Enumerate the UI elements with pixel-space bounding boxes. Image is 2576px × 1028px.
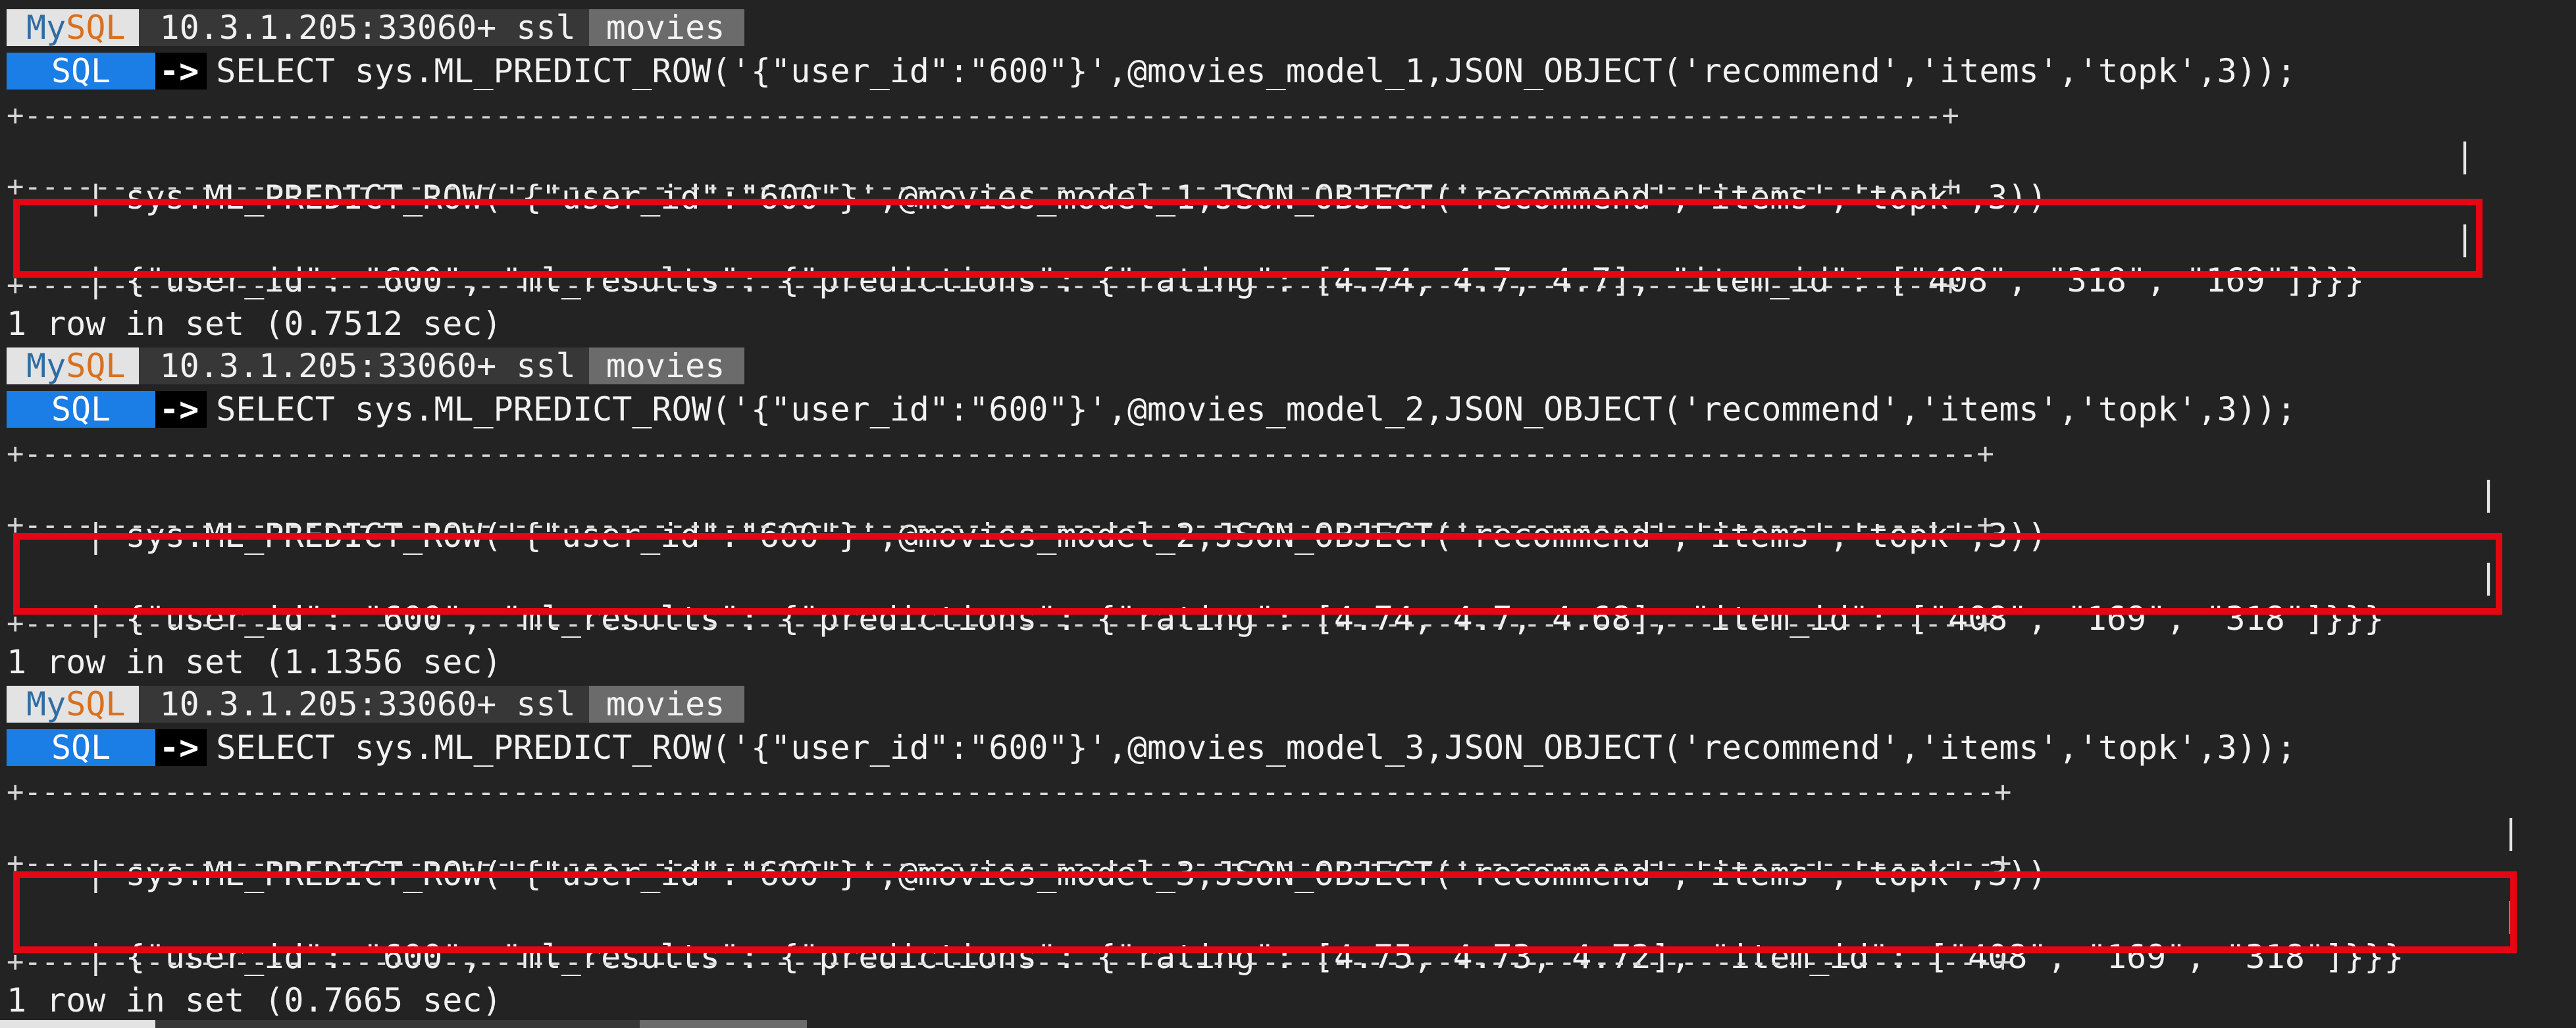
sql-command: SELECT sys.ML_PREDICT_ROW('{"user_id":"6… [216, 52, 2296, 90]
table-border-top: +---------------------------------------… [7, 103, 1959, 129]
table-header-row: | sys.ML_PREDICT_ROW('{"user_id":"600"}'… [86, 517, 2048, 555]
status-message: 1 row in set (0.7665 sec) [7, 981, 502, 1019]
database-segment: movies [588, 686, 745, 723]
command-line[interactable]: SQL -> SELECT sys.ML_PREDICT_ROW('{"user_i… [7, 51, 2296, 91]
table-border-right: | [2479, 475, 2499, 513]
table-header-row: | sys.ML_PREDICT_ROW('{"user_id":"600"}'… [86, 178, 2048, 217]
table-border-bottom: +---------------------------------------… [7, 949, 2012, 975]
host-segment [155, 1020, 640, 1028]
table-border-bottom: +---------------------------------------… [7, 611, 1994, 637]
host-segment: 10.3.1.205:33060+ ssl [138, 9, 589, 46]
result-highlight-box [13, 199, 2483, 278]
next-prompt-partial [0, 1020, 807, 1028]
prompt-line: MySQL 10.3.1.205:33060+ ssl movies [7, 686, 745, 723]
terminal-window[interactable]: MySQL 10.3.1.205:33060+ ssl movies SQL -> SE… [0, 0, 2576, 1028]
table-header-row: | sys.ML_PREDICT_ROW('{"user_id":"600"}'… [86, 855, 2048, 893]
prompt-arrow-icon: -> [155, 53, 207, 90]
table-border-top: +---------------------------------------… [7, 441, 1994, 467]
mysql-badge: MySQL [7, 347, 139, 384]
database-segment: movies [588, 9, 745, 46]
sql-command: SELECT sys.ML_PREDICT_ROW('{"user_id":"6… [216, 729, 2296, 767]
prompt-arrow-icon: -> [155, 391, 207, 428]
command-line[interactable]: SQL -> SELECT sys.ML_PREDICT_ROW('{"user_i… [7, 390, 2296, 429]
database-segment: movies [588, 347, 745, 384]
status-message: 1 row in set (1.1356 sec) [7, 643, 502, 681]
sql-mode-badge: SQL [7, 53, 155, 90]
host-segment: 10.3.1.205:33060+ ssl [138, 686, 589, 723]
command-line[interactable]: SQL -> SELECT sys.ML_PREDICT_ROW('{"user_i… [7, 728, 2296, 767]
prompt-arrow-icon: -> [155, 729, 207, 766]
mysql-badge [0, 1020, 155, 1028]
mysql-badge: MySQL [7, 9, 139, 46]
table-border-middle: +---------------------------------------… [7, 174, 1959, 200]
sql-mode-badge: SQL [7, 729, 155, 766]
prompt-line: MySQL 10.3.1.205:33060+ ssl movies [7, 9, 745, 46]
sql-mode-badge: SQL [7, 391, 155, 428]
host-segment: 10.3.1.205:33060+ ssl [138, 347, 589, 384]
prompt-line: MySQL 10.3.1.205:33060+ ssl movies [7, 347, 745, 384]
table-border-right: | [2455, 136, 2475, 174]
status-message: 1 row in set (0.7512 sec) [7, 305, 502, 343]
database-segment [640, 1020, 807, 1028]
result-highlight-box [13, 533, 2502, 615]
table-border-top: +---------------------------------------… [7, 779, 2012, 806]
result-highlight-box [13, 871, 2517, 953]
table-border-bottom: +---------------------------------------… [7, 272, 1959, 299]
sql-command: SELECT sys.ML_PREDICT_ROW('{"user_id":"6… [216, 390, 2296, 428]
table-border-right: | [2501, 813, 2521, 851]
mysql-badge: MySQL [7, 686, 139, 723]
